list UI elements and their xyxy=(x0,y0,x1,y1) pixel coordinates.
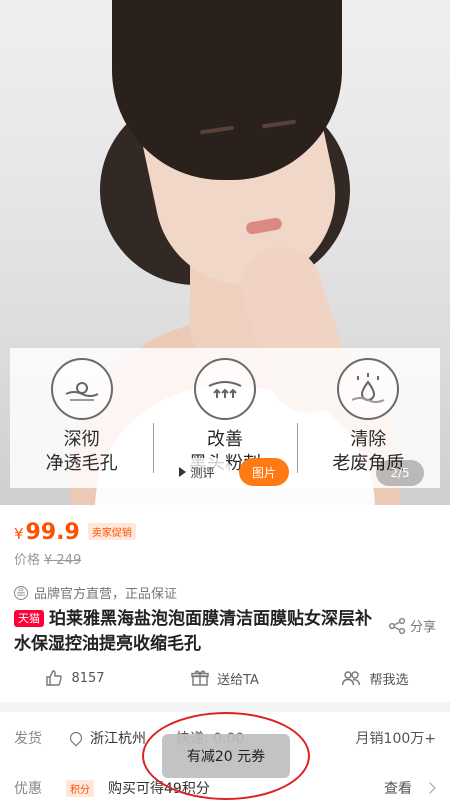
share-icon xyxy=(388,617,406,634)
pager-text: 2/5 xyxy=(390,466,410,480)
help-choose-button[interactable]: 帮我选 xyxy=(300,663,450,693)
brand-guarantee-text: 品牌官方直营，正品保证 xyxy=(34,587,178,602)
shipping-label: 发货 xyxy=(14,731,42,747)
pore-icon xyxy=(50,358,113,420)
original-price: 价格 ¥ 249 xyxy=(14,549,81,568)
feature-pores: 深彻 净透毛孔 xyxy=(10,348,153,488)
shipping-location-text: 浙江杭州 xyxy=(90,731,146,747)
skin-layer-icon xyxy=(193,358,256,420)
monthly-sales: 月销100万+ xyxy=(355,731,436,747)
view-link[interactable]: 查看 xyxy=(384,778,412,798)
play-icon xyxy=(179,467,187,477)
share-button[interactable]: 分享 xyxy=(388,616,436,635)
gift-button[interactable]: 送给TA xyxy=(150,663,300,693)
shipping-location: 浙江杭州 xyxy=(67,728,146,748)
product-title: 天猫 珀莱雅黑海盐泡泡面膜清洁面膜贴女深层补水保湿控油提亮收缩毛孔 xyxy=(14,607,374,657)
brand-badge-icon: 品 xyxy=(14,585,28,600)
droplet-icon xyxy=(337,358,400,420)
like-button[interactable]: 8157 xyxy=(0,663,150,693)
tmall-badge: 天猫 xyxy=(14,610,44,627)
seller-promo-badge: 卖家促销 xyxy=(87,523,136,540)
gift-icon xyxy=(191,670,209,686)
product-info: ¥ 99.9 卖家促销 价格 ¥ 249 品 品牌官方直营，正品保证 天猫 珀莱雅黑… xyxy=(0,505,450,702)
product-title-text: 珀莱雅黑海盐泡泡面膜清洁面膜贴女深层补水保湿控油提亮收缩毛孔 xyxy=(14,609,372,654)
product-image[interactable]: 深彻 净透毛孔 改善 黑头粉刺 xyxy=(0,0,450,505)
price-value: 99.9 xyxy=(25,520,80,545)
location-pin-icon xyxy=(67,729,85,747)
chevron-right-icon xyxy=(424,782,436,794)
highlight-oval xyxy=(142,712,310,800)
video-review-label: 测评 xyxy=(190,465,215,480)
photo-label: 图片 xyxy=(251,465,276,480)
points-badge: 积分 xyxy=(66,779,94,797)
photo-button[interactable]: 图片 xyxy=(239,458,289,486)
share-label: 分享 xyxy=(410,620,437,635)
thumbs-up-icon xyxy=(46,670,63,686)
product-page: 深彻 净透毛孔 改善 黑头粉刺 xyxy=(0,0,450,800)
promotion-label: 优惠 xyxy=(14,781,42,797)
price-row: ¥ 99.9 卖家促销 xyxy=(14,520,136,545)
gift-label: 送给TA xyxy=(217,672,259,688)
price-currency: ¥ xyxy=(14,525,24,543)
feature-text-pores: 深彻 净透毛孔 xyxy=(45,429,118,474)
image-pager: 2/5 xyxy=(376,460,424,486)
action-bar: 8157 送给TA 帮我选 xyxy=(0,663,450,693)
original-price-label: 价格 xyxy=(14,553,41,568)
people-icon xyxy=(342,671,361,686)
like-count: 8157 xyxy=(71,670,105,686)
help-choose-label: 帮我选 xyxy=(369,672,409,688)
video-review-button[interactable]: 测评 xyxy=(162,458,232,486)
brand-guarantee: 品 品牌官方直营，正品保证 xyxy=(14,583,177,602)
original-price-value: ¥ 249 xyxy=(44,553,82,568)
